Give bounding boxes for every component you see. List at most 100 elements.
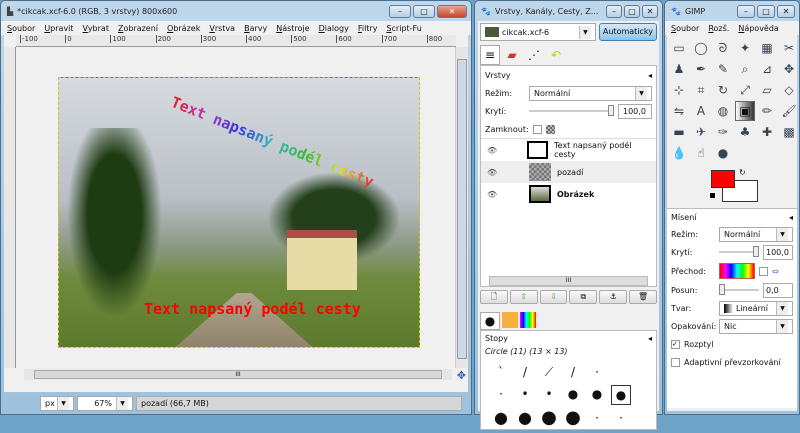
brush[interactable]: / [563, 363, 583, 381]
zoom-tool-icon[interactable]: ⌕ [735, 59, 755, 79]
swap-colors-icon[interactable]: ↻ [739, 168, 746, 177]
lock-pixels-checkbox[interactable] [532, 124, 542, 134]
tab-layers[interactable]: ≡ [480, 45, 500, 65]
auto-button[interactable]: Automaticky [598, 23, 657, 41]
brush[interactable]: ⟋ [539, 363, 559, 381]
menu-item[interactable]: Nástroje [276, 24, 309, 33]
maximize-button[interactable]: □ [757, 4, 775, 18]
perspective-tool-icon[interactable]: ◇ [779, 80, 799, 100]
panel-menu-icon[interactable]: ◂ [648, 334, 652, 343]
brush[interactable]: ● [587, 385, 607, 405]
opacity-input[interactable]: 100,0 [618, 103, 652, 119]
offset-input[interactable]: 0,0 [763, 282, 793, 298]
panel-menu-icon[interactable]: ◂ [648, 71, 652, 80]
shape-select[interactable]: Lineární ▼ [719, 300, 793, 316]
horizontal-scrollbar[interactable]: III [24, 369, 452, 380]
lower-layer-button[interactable]: ⇩ [539, 290, 568, 304]
brush[interactable] [611, 363, 631, 381]
menu-item[interactable]: Script-Fu [386, 24, 421, 33]
minimize-button[interactable]: – [606, 4, 622, 18]
align-tool-icon[interactable]: ⊹ [669, 80, 689, 100]
tab-gradients[interactable] [520, 312, 536, 328]
unit-select[interactable]: px ▼ [40, 395, 74, 411]
brush[interactable]: · [491, 385, 511, 405]
menu-item[interactable]: Nápověda [738, 24, 779, 33]
zoom-select[interactable]: 67% ▼ [77, 395, 133, 411]
tab-paths[interactable]: ⋰ [524, 45, 544, 65]
brush[interactable]: ● [539, 409, 559, 427]
brush[interactable]: ˋ [491, 363, 511, 381]
select-by-color-tool-icon[interactable]: ▦ [757, 38, 777, 58]
fuzzy-select-tool-icon[interactable]: ✦ [735, 38, 755, 58]
blend-tool-icon[interactable]: ▣ [735, 101, 755, 121]
text-tool-icon[interactable]: A [691, 101, 711, 121]
brush[interactable]: ● [491, 409, 511, 427]
duplicate-layer-button[interactable]: ⧉ [569, 290, 598, 304]
reverse-gradient-icon[interactable]: ⇔ [772, 267, 779, 276]
dodge-burn-tool-icon[interactable]: ● [713, 143, 733, 163]
menu-item[interactable]: Soubor [671, 24, 699, 33]
brush[interactable]: ● [563, 385, 583, 405]
brush-grid[interactable]: ˋ / ⟋ / · · • • ● ● ● ● ● ● ● · · [481, 357, 656, 433]
airbrush-tool-icon[interactable]: ✈ [691, 122, 711, 142]
foreground-select-tool-icon[interactable]: ♟ [669, 59, 689, 79]
ink-tool-icon[interactable]: ✑ [713, 122, 733, 142]
image-select[interactable]: cikcak.xcf-6 ▼ [480, 23, 596, 41]
menu-item[interactable]: Obrázek [167, 24, 200, 33]
menu-item[interactable]: Filtry [358, 24, 378, 33]
layer-name[interactable]: Text napsaný podél cesty [554, 141, 650, 159]
menu-item[interactable]: Barvy [244, 24, 267, 33]
flip-tool-icon[interactable]: ⇋ [669, 101, 689, 121]
close-button[interactable]: ✕ [777, 4, 795, 18]
eye-icon[interactable]: 👁 [487, 146, 521, 155]
dither-checkbox[interactable]: ✓ [671, 339, 680, 349]
brush[interactable]: / [515, 363, 535, 381]
lock-alpha-icon[interactable] [545, 124, 555, 134]
brush[interactable]: • [539, 385, 559, 405]
brush[interactable]: • [515, 385, 535, 405]
eye-icon[interactable]: 👁 [487, 190, 523, 199]
gradient-preview[interactable] [719, 263, 755, 279]
offset-slider[interactable] [719, 284, 759, 295]
brush[interactable]: · [611, 409, 631, 427]
opacity-input[interactable]: 100,0 [763, 244, 793, 260]
scissors-tool-icon[interactable]: ✂ [779, 38, 799, 58]
canvas-area[interactable]: Text napsaný podél cesty Text napsaný po… [17, 48, 454, 368]
pencil-tool-icon[interactable]: ✏ [757, 101, 777, 121]
mode-select[interactable]: Normální ▼ [719, 226, 793, 242]
mode-select[interactable]: Normální ▼ [529, 85, 652, 101]
navigate-icon[interactable]: ✥ [457, 369, 466, 382]
menu-item[interactable]: Zobrazení [118, 24, 158, 33]
repeat-select[interactable]: Nic ▼ [719, 318, 793, 334]
menu-item[interactable]: Vrstva [209, 24, 235, 33]
menu-item[interactable]: Rozš. [708, 24, 729, 33]
measure-tool-icon[interactable]: ⊿ [757, 59, 777, 79]
adaptive-checkbox[interactable] [671, 357, 680, 367]
ellipse-select-tool-icon[interactable]: ◯ [691, 38, 711, 58]
close-button[interactable]: ✕ [642, 4, 658, 18]
vertical-scrollbar[interactable] [455, 47, 468, 368]
layer-row[interactable]: 👁 pozadí [481, 161, 656, 183]
image-canvas[interactable]: Text napsaný podél cesty Text napsaný po… [58, 77, 420, 348]
delete-layer-button[interactable]: 🗑 [629, 290, 657, 304]
brush[interactable]: ● [563, 409, 583, 427]
brush[interactable]: ● [515, 409, 535, 427]
layer-name[interactable]: pozadí [557, 168, 583, 177]
move-tool-icon[interactable]: ✥ [779, 59, 799, 79]
brush[interactable]: · [587, 363, 607, 381]
tab-undo[interactable]: ↶ [546, 45, 566, 65]
new-layer-button[interactable]: 🗋 [480, 290, 508, 304]
eraser-tool-icon[interactable]: ▬ [669, 122, 689, 142]
opacity-slider[interactable] [529, 105, 614, 116]
layers-scrollbar[interactable]: III [489, 276, 648, 286]
layer-name[interactable]: Obrázek [557, 190, 594, 199]
layer-row[interactable]: 👁 Obrázek [481, 183, 656, 205]
menu-item[interactable]: Dialogy [319, 24, 349, 33]
foreground-color[interactable] [711, 170, 735, 188]
menu-item[interactable]: Vybrat [83, 24, 109, 33]
layer-row[interactable]: 👁 Text napsaný podél cesty [481, 139, 656, 161]
color-picker-tool-icon[interactable]: ✎ [713, 59, 733, 79]
menu-item[interactable]: Soubor [7, 24, 35, 33]
minimize-button[interactable]: – [389, 4, 411, 18]
reverse-checkbox[interactable] [759, 266, 768, 276]
